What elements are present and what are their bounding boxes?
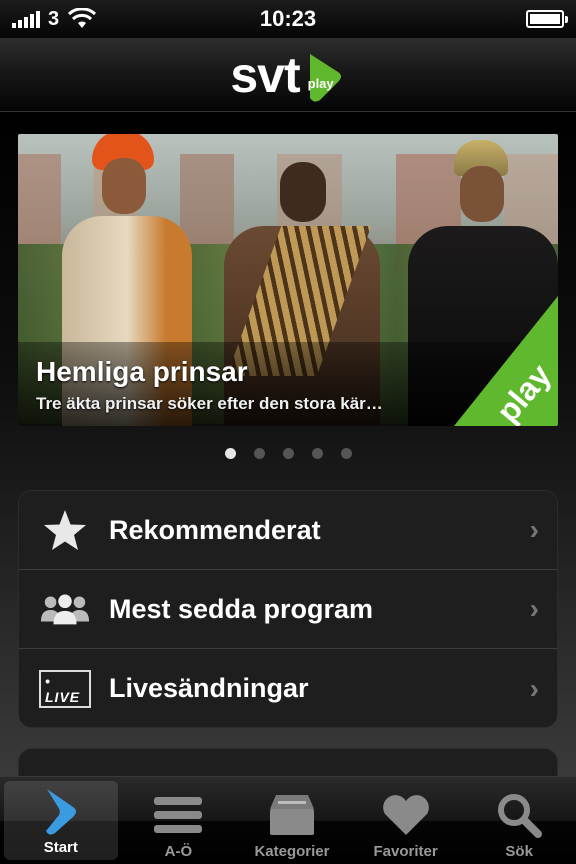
tab-kategorier[interactable]: Kategorier — [235, 777, 349, 864]
box-icon — [266, 789, 318, 841]
carrier-label: 3 — [48, 7, 60, 30]
tab-a-o[interactable]: A-Ö — [122, 777, 236, 864]
svt-play-logo: svt play — [230, 46, 346, 103]
app-header: svt play — [0, 38, 576, 112]
list-icon — [152, 789, 204, 841]
battery-icon — [526, 10, 568, 28]
logo-badge: play — [302, 50, 346, 102]
status-left: 3 — [12, 8, 97, 31]
signal-strength-icon — [12, 10, 40, 28]
featured-program-banner[interactable]: Hemliga prinsar Tre äkta prinsar söker e… — [18, 134, 558, 426]
svt-play-icon — [35, 785, 87, 837]
main-menu: Rekommenderat › Mest sedda program › • L… — [18, 490, 558, 728]
page-dot[interactable] — [340, 448, 352, 459]
battery-fill — [530, 14, 560, 24]
tab-favoriter[interactable]: Favoriter — [349, 777, 463, 864]
page-dot[interactable] — [224, 448, 236, 459]
menu-item-label: Rekommenderat — [109, 514, 321, 545]
menu-item-label: Mest sedda program — [109, 593, 374, 624]
tab-start[interactable]: Start — [4, 781, 118, 860]
status-bar: 3 10:23 — [0, 0, 576, 38]
star-icon — [39, 510, 91, 550]
live-icon: • LIVE — [39, 669, 91, 709]
chevron-right-icon: › — [529, 593, 539, 624]
heart-icon — [380, 789, 432, 841]
logo-text: svt — [230, 46, 300, 103]
tab-label: Start — [43, 839, 78, 856]
tab-label: Favoriter — [373, 843, 438, 860]
search-icon — [493, 789, 545, 841]
wifi-icon — [68, 8, 97, 28]
menu-item-livesandningar[interactable]: • LIVE Livesändningar › — [19, 649, 557, 728]
tab-label: A-Ö — [164, 843, 193, 860]
menu-item-mest-sedda[interactable]: Mest sedda program › — [19, 570, 557, 649]
tab-label: Sök — [505, 843, 533, 860]
page-dot[interactable] — [311, 448, 323, 459]
chevron-right-icon: › — [529, 514, 539, 545]
tab-label: Kategorier — [254, 843, 330, 860]
tab-bar: Start A-Ö Kategorier Favoriter Sök — [0, 776, 576, 864]
page-dot[interactable] — [282, 448, 294, 459]
page-indicator[interactable] — [0, 448, 576, 459]
play-corner-button[interactable]: play — [454, 296, 558, 426]
tab-sok[interactable]: Sök — [462, 777, 576, 864]
page-dot[interactable] — [253, 448, 265, 459]
logo-badge-text: play — [307, 75, 334, 91]
people-icon — [39, 589, 91, 629]
chevron-right-icon: › — [529, 672, 539, 704]
live-badge: • LIVE — [39, 669, 91, 708]
menu-item-rekommenderat[interactable]: Rekommenderat › — [19, 491, 557, 570]
menu-item-label: Livesändningar — [109, 673, 309, 703]
main-content: Hemliga prinsar Tre äkta prinsar söker e… — [0, 112, 576, 808]
